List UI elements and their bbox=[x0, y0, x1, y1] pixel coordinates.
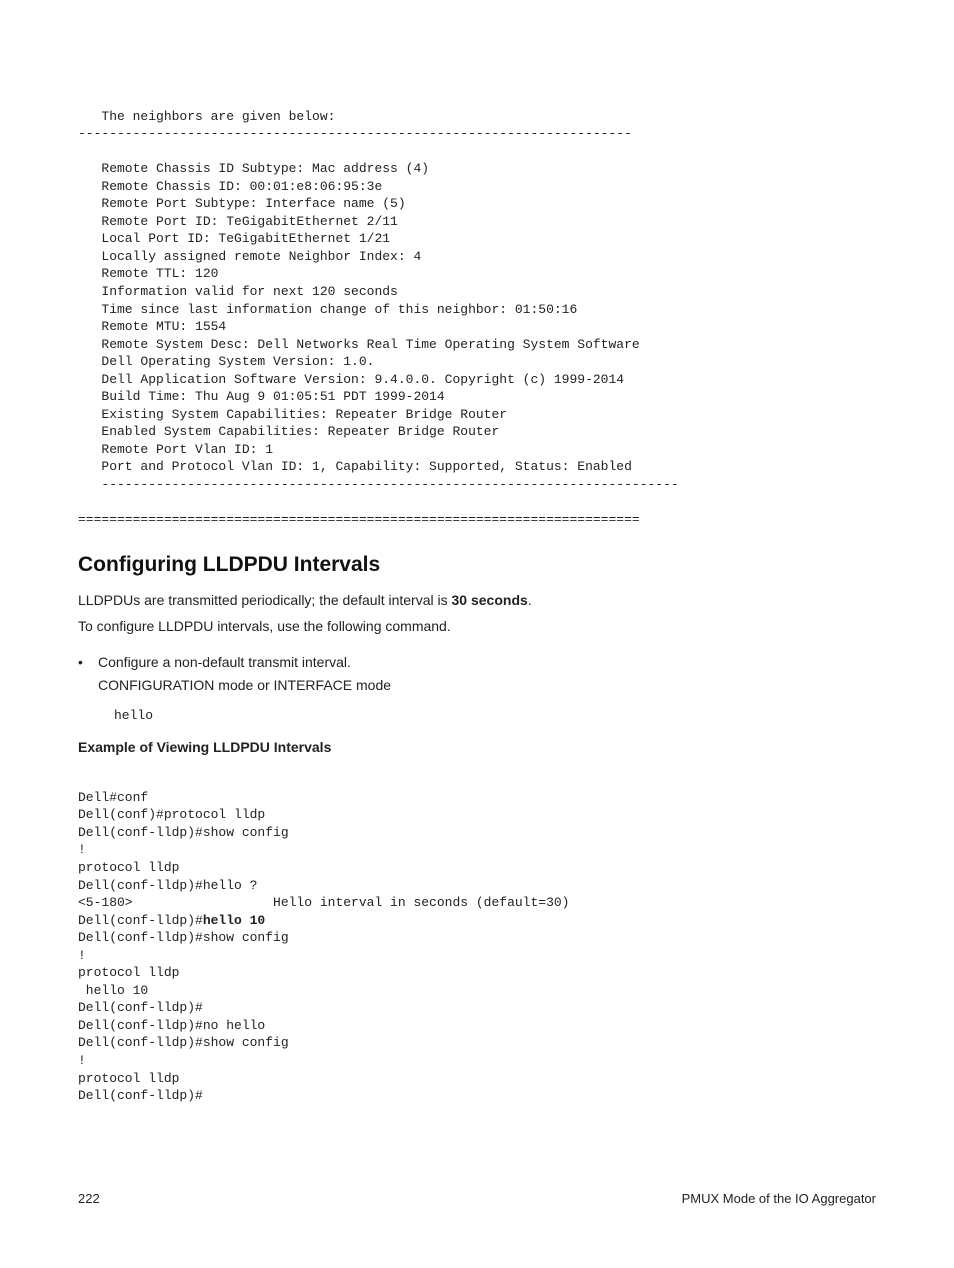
intro-paragraph-2: To configure LLDPDU intervals, use the f… bbox=[78, 615, 876, 637]
page-footer: 222 PMUX Mode of the IO Aggregator bbox=[78, 1191, 876, 1206]
code-line: Dell(conf-lldp)#show config bbox=[78, 825, 289, 840]
intro-paragraph-1: LLDPDUs are transmitted periodically; th… bbox=[78, 589, 876, 611]
intro-pretext: LLDPDUs are transmitted periodically; th… bbox=[78, 592, 452, 608]
code-line: Local Port ID: TeGigabitEthernet 1/21 bbox=[78, 231, 390, 246]
code-line: protocol lldp bbox=[78, 860, 179, 875]
code-line: Dell Application Software Version: 9.4.0… bbox=[78, 372, 624, 387]
code-line: Dell(conf-lldp)#show config bbox=[78, 1035, 289, 1050]
code-line: Dell(conf-lldp)# bbox=[78, 913, 203, 928]
code-line: ! bbox=[78, 948, 86, 963]
page-content: The neighbors are given below: ---------… bbox=[0, 0, 954, 1105]
code-line: Dell Operating System Version: 1.0. bbox=[78, 354, 374, 369]
code-line: ----------------------------------------… bbox=[78, 126, 632, 141]
code-line: hello 10 bbox=[78, 983, 148, 998]
hello-command: hello bbox=[114, 708, 876, 723]
code-line: Remote Port Subtype: Interface name (5) bbox=[78, 196, 406, 211]
code-line: Enabled System Capabilities: Repeater Br… bbox=[78, 424, 499, 439]
code-line: <5-180> Hello interval in seconds (defau… bbox=[78, 895, 569, 910]
code-line: Remote Chassis ID: 00:01:e8:06:95:3e bbox=[78, 179, 382, 194]
code-line: ========================================… bbox=[78, 512, 640, 527]
example-code-block: Dell#conf Dell(conf)#protocol lldp Dell(… bbox=[78, 771, 876, 1104]
code-line: ! bbox=[78, 842, 86, 857]
code-line: Existing System Capabilities: Repeater B… bbox=[78, 407, 507, 422]
code-line: Remote Port ID: TeGigabitEthernet 2/11 bbox=[78, 214, 398, 229]
example-heading: Example of Viewing LLDPDU Intervals bbox=[78, 739, 876, 755]
bullet-marker: • bbox=[78, 651, 98, 696]
code-line: Dell(conf-lldp)# bbox=[78, 1088, 203, 1103]
code-line: Locally assigned remote Neighbor Index: … bbox=[78, 249, 421, 264]
bullet-text: Configure a non-default transmit interva… bbox=[98, 651, 391, 696]
page-number: 222 bbox=[78, 1191, 100, 1206]
code-line: The neighbors are given below: bbox=[78, 109, 335, 124]
code-line: Dell(conf)#protocol lldp bbox=[78, 807, 265, 822]
code-emphasis: hello 10 bbox=[203, 913, 265, 928]
code-line: Information valid for next 120 seconds bbox=[78, 284, 398, 299]
intro-posttext: . bbox=[528, 592, 532, 608]
intro-bold: 30 seconds bbox=[452, 592, 528, 608]
code-line: Build Time: Thu Aug 9 01:05:51 PDT 1999-… bbox=[78, 389, 445, 404]
code-line: Dell(conf-lldp)#hello ? bbox=[78, 878, 257, 893]
code-line: protocol lldp bbox=[78, 1071, 179, 1086]
code-line: ----------------------------------------… bbox=[78, 477, 687, 492]
code-line: Remote TTL: 120 bbox=[78, 266, 218, 281]
code-line: Dell(conf-lldp)# bbox=[78, 1000, 203, 1015]
code-line: Time since last information change of th… bbox=[78, 302, 577, 317]
code-line: Remote Port Vlan ID: 1 bbox=[78, 442, 273, 457]
bullet-line-2: CONFIGURATION mode or INTERFACE mode bbox=[98, 674, 391, 696]
code-line: Remote System Desc: Dell Networks Real T… bbox=[78, 337, 640, 352]
section-heading: Configuring LLDPDU Intervals bbox=[78, 553, 876, 577]
code-line: Dell(conf-lldp)#no hello bbox=[78, 1018, 265, 1033]
neighbor-output-block: The neighbors are given below: ---------… bbox=[78, 90, 876, 529]
code-line: Dell(conf-lldp)#show config bbox=[78, 930, 289, 945]
code-line: Remote Chassis ID Subtype: Mac address (… bbox=[78, 161, 429, 176]
code-line: Port and Protocol Vlan ID: 1, Capability… bbox=[78, 459, 632, 474]
code-line: Remote MTU: 1554 bbox=[78, 319, 226, 334]
code-line: protocol lldp bbox=[78, 965, 179, 980]
code-line: ! bbox=[78, 1053, 86, 1068]
bullet-item: • Configure a non-default transmit inter… bbox=[78, 651, 876, 696]
footer-title: PMUX Mode of the IO Aggregator bbox=[682, 1191, 876, 1206]
bullet-line-1: Configure a non-default transmit interva… bbox=[98, 651, 391, 673]
code-line: Dell#conf bbox=[78, 790, 148, 805]
